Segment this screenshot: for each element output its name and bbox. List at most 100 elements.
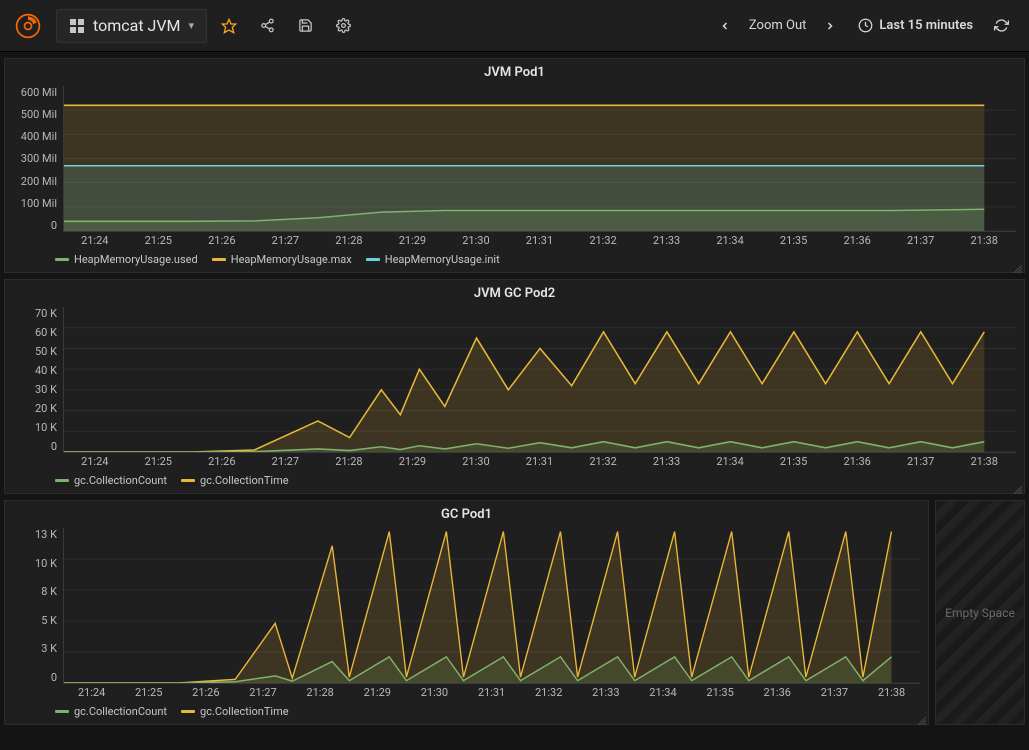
- x-tick: 21:31: [508, 455, 572, 468]
- x-axis: 21:2421:2521:2621:2721:2821:2921:3021:31…: [5, 686, 928, 699]
- legend: gc.CollectionCount gc.CollectionTime: [5, 699, 928, 724]
- x-tick: 21:36: [825, 455, 889, 468]
- save-button[interactable]: [289, 10, 321, 42]
- y-tick: 30 K: [35, 383, 57, 396]
- x-tick: 21:33: [577, 686, 634, 699]
- resize-handle-icon[interactable]: [1014, 483, 1022, 491]
- x-axis: 21:2421:2521:2621:2721:2821:2921:3021:31…: [5, 234, 1024, 247]
- x-tick: 21:35: [762, 234, 826, 247]
- y-tick: 10 K: [35, 557, 57, 570]
- time-range-picker[interactable]: Last 15 minutes: [848, 10, 983, 42]
- x-tick: 21:30: [444, 234, 508, 247]
- plot-area[interactable]: [63, 86, 1016, 232]
- x-tick: 21:24: [63, 234, 127, 247]
- x-tick: 21:33: [635, 234, 699, 247]
- legend-swatch: [181, 710, 195, 713]
- legend-label: gc.CollectionCount: [74, 705, 167, 718]
- x-tick: 21:29: [381, 455, 445, 468]
- y-tick: 60 K: [35, 326, 57, 339]
- legend-item[interactable]: HeapMemoryUsage.init: [366, 253, 500, 266]
- x-tick: 21:38: [952, 234, 1016, 247]
- y-axis: 70 K60 K50 K40 K30 K20 K10 K0: [13, 307, 63, 453]
- legend-label: gc.CollectionTime: [200, 474, 289, 487]
- x-tick: 21:24: [63, 686, 120, 699]
- x-tick: 21:26: [190, 455, 254, 468]
- legend-item[interactable]: HeapMemoryUsage.used: [55, 253, 198, 266]
- x-tick: 21:31: [463, 686, 520, 699]
- legend-item[interactable]: gc.CollectionCount: [55, 474, 167, 487]
- x-tick: 21:27: [254, 455, 318, 468]
- legend-item[interactable]: gc.CollectionTime: [181, 474, 289, 487]
- x-tick: 21:38: [952, 455, 1016, 468]
- panel-jvm-pod1[interactable]: JVM Pod1600 Mil500 Mil400 Mil300 Mil200 …: [4, 58, 1025, 273]
- y-tick: 600 Mil: [21, 86, 57, 99]
- legend-item[interactable]: gc.CollectionTime: [181, 705, 289, 718]
- legend-label: HeapMemoryUsage.init: [385, 253, 500, 266]
- x-tick: 21:35: [762, 455, 826, 468]
- x-tick: 21:37: [889, 455, 953, 468]
- y-tick: 8 K: [41, 585, 57, 598]
- y-tick: 70 K: [35, 307, 57, 320]
- y-tick: 0: [51, 671, 57, 684]
- zoom-out-button[interactable]: Zoom Out: [743, 18, 812, 33]
- x-tick: 21:26: [177, 686, 234, 699]
- share-button[interactable]: [251, 10, 283, 42]
- y-tick: 13 K: [35, 528, 57, 541]
- x-tick: 21:38: [863, 686, 920, 699]
- legend-item[interactable]: gc.CollectionCount: [55, 705, 167, 718]
- time-controls: Zoom Out Last 15 minutes: [709, 10, 1017, 42]
- x-tick: 21:25: [120, 686, 177, 699]
- x-tick: 21:33: [635, 455, 699, 468]
- plot-area[interactable]: [63, 307, 1016, 453]
- refresh-button[interactable]: [985, 10, 1017, 42]
- dashboard-picker[interactable]: tomcat JVM ▾: [56, 9, 207, 43]
- panel-grid: JVM Pod1600 Mil500 Mil400 Mil300 Mil200 …: [0, 52, 1029, 731]
- x-tick: 21:34: [698, 455, 762, 468]
- legend-swatch: [55, 710, 69, 713]
- x-tick: 21:29: [349, 686, 406, 699]
- x-tick: 21:32: [520, 686, 577, 699]
- x-tick: 21:28: [317, 234, 381, 247]
- x-tick: 21:35: [692, 686, 749, 699]
- panel-gc-pod1[interactable]: GC Pod113 K10 K8 K5 K3 K021:2421:2521:26…: [4, 500, 929, 725]
- star-button[interactable]: [213, 10, 245, 42]
- legend-label: gc.CollectionCount: [74, 474, 167, 487]
- time-range-label: Last 15 minutes: [879, 18, 973, 33]
- clock-icon: [858, 18, 873, 33]
- legend-label: HeapMemoryUsage.max: [231, 253, 352, 266]
- y-tick: 40 K: [35, 364, 57, 377]
- y-tick: 400 Mil: [21, 130, 57, 143]
- resize-handle-icon[interactable]: [1014, 262, 1022, 270]
- plot-area[interactable]: [63, 528, 920, 684]
- empty-panel-placeholder[interactable]: Empty Space: [935, 500, 1025, 725]
- y-tick: 50 K: [35, 345, 57, 358]
- x-tick: 21:26: [190, 234, 254, 247]
- y-tick: 0: [51, 219, 57, 232]
- legend-swatch: [212, 258, 226, 261]
- x-tick: 21:30: [444, 455, 508, 468]
- x-tick: 21:24: [63, 455, 127, 468]
- x-tick: 21:27: [254, 234, 318, 247]
- legend-label: gc.CollectionTime: [200, 705, 289, 718]
- resize-handle-icon[interactable]: [918, 714, 926, 722]
- legend-item[interactable]: HeapMemoryUsage.max: [212, 253, 352, 266]
- x-tick: 21:25: [127, 455, 191, 468]
- panel-title[interactable]: JVM GC Pod2: [5, 280, 1024, 303]
- y-tick: 100 Mil: [21, 197, 57, 210]
- x-axis: 21:2421:2521:2621:2721:2821:2921:3021:31…: [5, 455, 1024, 468]
- x-tick: 21:34: [698, 234, 762, 247]
- empty-panel-label: Empty Space: [945, 606, 1015, 620]
- settings-button[interactable]: [327, 10, 359, 42]
- panel-title[interactable]: GC Pod1: [5, 501, 928, 524]
- panel-jvm-gc-pod2[interactable]: JVM GC Pod270 K60 K50 K40 K30 K20 K10 K0…: [4, 279, 1025, 494]
- y-tick: 10 K: [35, 421, 57, 434]
- x-tick: 21:28: [292, 686, 349, 699]
- x-tick: 21:31: [508, 234, 572, 247]
- time-forward-button[interactable]: [814, 10, 846, 42]
- x-tick: 21:36: [825, 234, 889, 247]
- panel-title[interactable]: JVM Pod1: [5, 59, 1024, 82]
- x-tick: 21:34: [634, 686, 691, 699]
- y-tick: 300 Mil: [21, 152, 57, 165]
- time-back-button[interactable]: [709, 10, 741, 42]
- grafana-logo[interactable]: [12, 10, 44, 42]
